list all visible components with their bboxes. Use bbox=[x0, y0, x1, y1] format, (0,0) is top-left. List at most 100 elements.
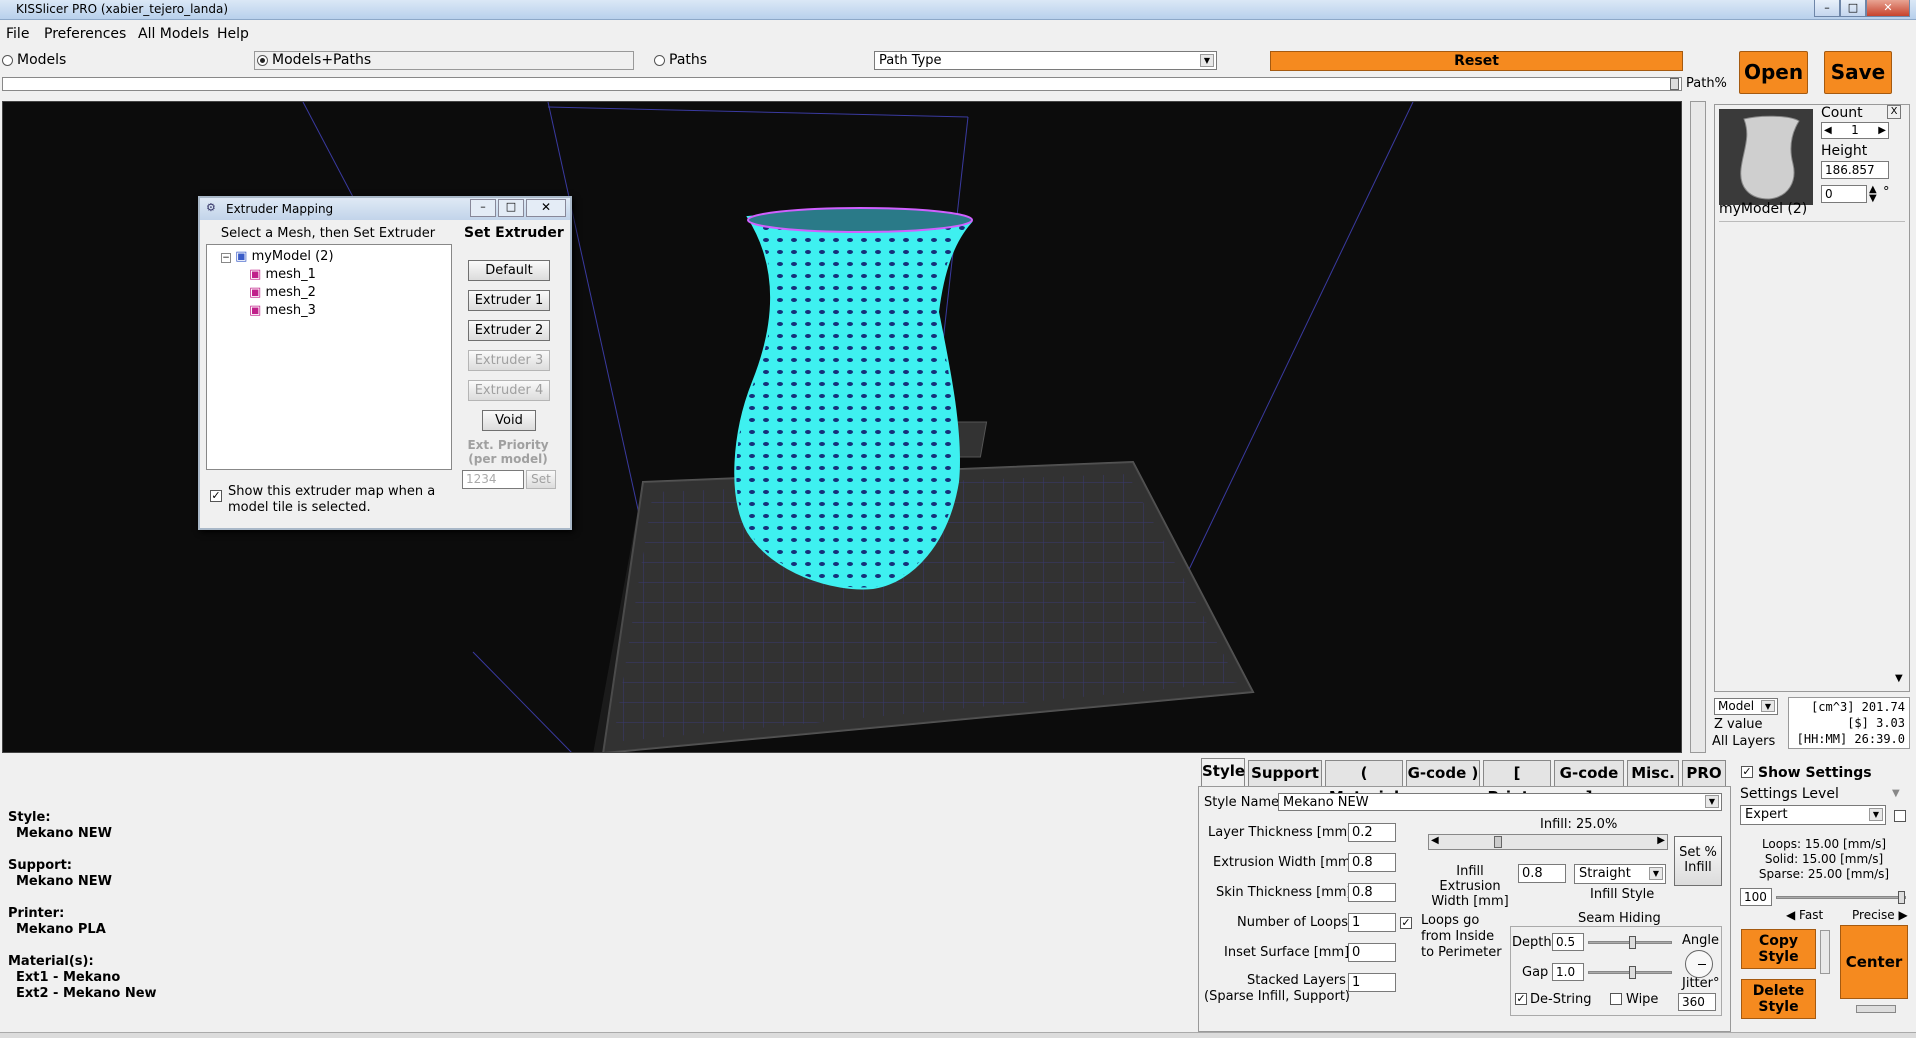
delete-style-button[interactable]: Delete Style bbox=[1741, 979, 1816, 1019]
tab-style[interactable]: Style bbox=[1201, 758, 1245, 786]
tab-pro[interactable]: PRO bbox=[1682, 760, 1726, 786]
tab-misc[interactable]: Misc. bbox=[1627, 760, 1679, 786]
extruder-3-button[interactable]: Extruder 3 bbox=[468, 350, 550, 371]
show-map-checkbox[interactable]: ✓ Show this extruder map when a model ti… bbox=[210, 484, 440, 516]
path-percent-slider[interactable] bbox=[2, 77, 1682, 91]
radio-models-paths[interactable]: Models+Paths bbox=[254, 51, 634, 70]
minimize-icon[interactable]: – bbox=[1814, 0, 1840, 17]
style-scroll[interactable] bbox=[1820, 930, 1830, 974]
loops-inside-checkbox[interactable]: ✓ bbox=[1400, 917, 1412, 929]
show-settings-checkbox[interactable]: ✓ bbox=[1741, 766, 1753, 778]
dial-needle bbox=[1698, 964, 1706, 965]
count-stepper[interactable]: ◀ 1 ▶ bbox=[1821, 122, 1889, 139]
menu-all-models[interactable]: All Models bbox=[138, 26, 209, 42]
reset-button[interactable]: Reset bbox=[1270, 51, 1683, 71]
slider-thumb[interactable] bbox=[1629, 936, 1636, 949]
tab-support[interactable]: Support bbox=[1248, 760, 1322, 786]
void-button[interactable]: Void bbox=[482, 410, 536, 431]
center-button[interactable]: Center bbox=[1840, 925, 1908, 999]
mesh-tree[interactable]: − ▣ myModel (2) ▣ mesh_1 ▣ mesh_2 ▣ mesh… bbox=[206, 244, 452, 470]
angle-dial[interactable] bbox=[1685, 950, 1713, 978]
infill-style-select[interactable]: Straight ▼ bbox=[1574, 864, 1666, 884]
tree-item-mesh-2[interactable]: ▣ mesh_2 bbox=[249, 285, 316, 300]
layer-thickness-input[interactable]: 0.2 bbox=[1348, 823, 1396, 842]
tree-item-mesh-3[interactable]: ▣ mesh_3 bbox=[249, 303, 316, 318]
menu-file[interactable]: File bbox=[6, 26, 29, 42]
tab-gcode-material[interactable]: G-code ) bbox=[1406, 760, 1480, 786]
extrusion-width-input[interactable]: 0.8 bbox=[1348, 853, 1396, 872]
gap-slider[interactable] bbox=[1588, 966, 1672, 979]
printer-value: Mekano PLA bbox=[16, 922, 106, 937]
style-name-select[interactable]: Mekano NEW ▼ bbox=[1278, 793, 1722, 811]
close-icon[interactable]: ✕ bbox=[1866, 0, 1910, 17]
infill-slider[interactable]: ◀ ▶ bbox=[1428, 834, 1668, 850]
height-input[interactable]: 186.857 bbox=[1821, 161, 1889, 179]
slider-thumb[interactable] bbox=[1670, 78, 1679, 90]
maximize-icon[interactable]: □ bbox=[1840, 0, 1866, 17]
tab-gcode-printer[interactable]: G-code ] bbox=[1554, 760, 1624, 806]
chevron-right-icon[interactable]: ▶ bbox=[1878, 123, 1886, 138]
printer-label: Printer: bbox=[8, 906, 65, 921]
stacked-layers-input[interactable]: 1 bbox=[1348, 973, 1396, 992]
model-thumbnail[interactable] bbox=[1719, 109, 1813, 205]
jitter-input[interactable]: 360 bbox=[1678, 993, 1716, 1011]
tab-material[interactable]: ( Material bbox=[1325, 760, 1403, 806]
extruder-4-button[interactable]: Extruder 4 bbox=[468, 380, 550, 401]
settings-level-checkbox[interactable] bbox=[1894, 810, 1906, 822]
menu-help[interactable]: Help bbox=[217, 26, 249, 42]
extruder-1-button[interactable]: Extruder 1 bbox=[468, 290, 550, 311]
radio-paths[interactable]: Paths bbox=[654, 52, 707, 68]
slider-thumb[interactable] bbox=[1494, 836, 1502, 848]
destring-checkbox[interactable]: ✓ bbox=[1515, 993, 1527, 1005]
rotation-input[interactable]: 0 bbox=[1821, 185, 1867, 203]
default-button[interactable]: Default bbox=[468, 260, 550, 281]
chevron-right-icon[interactable]: ▶ bbox=[1657, 835, 1665, 846]
inset-surface-input[interactable]: 0 bbox=[1348, 943, 1396, 962]
minimize-icon[interactable]: – bbox=[470, 199, 496, 217]
close-icon[interactable]: X bbox=[1887, 105, 1901, 119]
slider-thumb[interactable] bbox=[1629, 966, 1636, 979]
wipe-checkbox[interactable] bbox=[1610, 993, 1622, 1005]
speed-slider[interactable] bbox=[1776, 891, 1906, 904]
speed-input[interactable]: 100 bbox=[1740, 888, 1772, 906]
open-button[interactable]: Open bbox=[1739, 51, 1808, 94]
chevron-left-icon[interactable]: ◀ bbox=[1431, 835, 1439, 846]
tab-printer[interactable]: [ Printer bbox=[1483, 760, 1551, 806]
chevron-left-icon[interactable]: ◀ bbox=[1824, 123, 1832, 138]
slider-thumb[interactable] bbox=[1898, 891, 1905, 904]
collapse-icon[interactable]: − bbox=[221, 253, 231, 263]
priority-input[interactable]: 1234 bbox=[462, 470, 524, 489]
path-type-select[interactable]: Path Type ▼ bbox=[874, 51, 1217, 70]
menu-bar: File Preferences All Models Help bbox=[0, 22, 1916, 46]
viewport-scrollbar[interactable] bbox=[1690, 101, 1706, 753]
save-button[interactable]: Save bbox=[1824, 51, 1892, 94]
set-infill-button[interactable]: Set % Infill bbox=[1674, 836, 1722, 886]
tree-item-mesh-1[interactable]: ▣ mesh_1 bbox=[249, 267, 316, 282]
rotation-spin-icon[interactable]: ▲ ▼ bbox=[1869, 185, 1877, 204]
extrusion-width-label: Extrusion Width [mm] bbox=[1213, 855, 1356, 870]
set-priority-button[interactable]: Set bbox=[526, 470, 556, 489]
loops-input[interactable]: 1 bbox=[1348, 913, 1396, 932]
skin-thickness-input[interactable]: 0.8 bbox=[1348, 883, 1396, 902]
maximize-icon[interactable]: □ bbox=[498, 199, 524, 217]
gap-input[interactable]: 1.0 bbox=[1552, 963, 1584, 981]
set-extruder-label: Set Extruder bbox=[464, 225, 564, 241]
depth-slider[interactable] bbox=[1588, 936, 1672, 949]
chevron-down-icon[interactable]: ▼ bbox=[1892, 788, 1900, 799]
vase-model[interactable] bbox=[734, 212, 973, 590]
close-icon[interactable]: ✕ bbox=[526, 199, 566, 217]
scroll-down-icon[interactable]: ▼ bbox=[1895, 673, 1903, 684]
menu-preferences[interactable]: Preferences bbox=[44, 26, 126, 42]
tree-root[interactable]: − ▣ myModel (2) bbox=[221, 249, 334, 264]
copy-style-button[interactable]: Copy Style bbox=[1741, 929, 1816, 969]
radio-models[interactable]: Models bbox=[2, 52, 66, 68]
depth-input[interactable]: 0.5 bbox=[1552, 933, 1584, 951]
view-select[interactable]: Model ▼ bbox=[1714, 698, 1778, 715]
show-settings-label: Show Settings bbox=[1758, 765, 1872, 781]
extruder-2-button[interactable]: Extruder 2 bbox=[468, 320, 550, 341]
model-name[interactable]: myModel (2) bbox=[1719, 201, 1807, 217]
radio-icon bbox=[2, 54, 13, 66]
center-handle[interactable] bbox=[1856, 1005, 1896, 1013]
settings-level-select[interactable]: Expert ▼ bbox=[1740, 805, 1886, 825]
infill-width-input[interactable]: 0.8 bbox=[1518, 864, 1566, 883]
